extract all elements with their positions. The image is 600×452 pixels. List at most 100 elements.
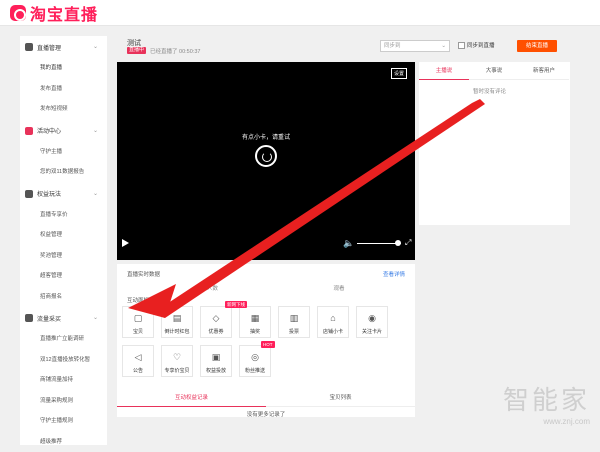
- tool-countdown-redpacket[interactable]: ▤ 倒计时红包: [161, 306, 193, 338]
- logo-text: 淘宝直播: [30, 1, 98, 25]
- sidebar: 直播管理 ⌄ 我的直播 发布直播 发布短视频 活动中心 ⌄ 守护主播 您的双11…: [20, 36, 107, 445]
- sidebar-item-promotion-survey[interactable]: 直播推广立能调研: [20, 329, 107, 350]
- chevron-down-icon: ⌄: [93, 190, 98, 197]
- tool-shop-card[interactable]: ⌂ 店铺小卡: [317, 306, 349, 338]
- sidebar-item-merchant-signup[interactable]: 招商报名: [20, 287, 107, 308]
- tool-label: 店铺小卡: [318, 328, 348, 335]
- volume-icon[interactable]: 🔈: [343, 238, 353, 248]
- sidebar-item-super-recommend[interactable]: 超级推荐: [20, 432, 107, 452]
- sidebar-item-publish-short-video[interactable]: 发布短视频: [20, 99, 107, 120]
- tab-anchor-say[interactable]: 主播说: [419, 62, 469, 80]
- sidebar-section-label: 直播管理: [37, 43, 61, 52]
- tool-label: 权益投放: [201, 367, 231, 374]
- sidebar-section-label: 流量采买: [37, 314, 61, 323]
- lottery-icon: ▦: [240, 313, 270, 323]
- sidebar-item-exclusive-price[interactable]: 直播专享价: [20, 205, 107, 226]
- comment-panel: 主播说 大事说 新客用户 暂时没有评论: [419, 62, 570, 225]
- stat-views-label: 观看: [309, 284, 369, 292]
- volume-slider-handle[interactable]: [395, 240, 401, 246]
- activity-icon: [25, 127, 33, 135]
- tool-label: 粉丝推送: [240, 367, 270, 374]
- sync-checkbox[interactable]: 同步到直播: [458, 41, 495, 49]
- tool-announcement[interactable]: ◁ 公告: [122, 345, 154, 377]
- item-icon: ▢: [123, 313, 153, 323]
- traffic-icon: [25, 314, 33, 322]
- tool-rights-delivery[interactable]: ▣ 权益投放: [200, 345, 232, 377]
- tool-exclusive-price[interactable]: ♡ 专享价宝贝: [161, 345, 193, 377]
- records-empty-text: 没有更多记录了: [117, 410, 415, 418]
- tool-label: 倒计时红包: [162, 328, 192, 335]
- tab-interaction-records[interactable]: 互动权益记录: [117, 389, 266, 407]
- tool-follow-card[interactable]: ◉ 关注卡片: [356, 306, 388, 338]
- records-tabs: 互动权益记录 宝贝列表: [117, 389, 415, 407]
- comment-empty-text: 暂时没有评论: [473, 87, 506, 95]
- sync-mode-select[interactable]: 同步到 ⌄: [380, 40, 450, 52]
- sidebar-item-super-customer[interactable]: 超客管理: [20, 266, 107, 287]
- tool-coupon[interactable]: ◇ 优惠券: [200, 306, 232, 338]
- sidebar-item-guard-rules[interactable]: 守护主播规则: [20, 411, 107, 432]
- sidebar-item-my-live[interactable]: 我的直播: [20, 58, 107, 79]
- sidebar-item-double11-report[interactable]: 您的双11数据报告: [20, 162, 107, 183]
- tool-label: 抽奖: [240, 328, 270, 335]
- sidebar-section-traffic-purchase[interactable]: 流量采买 ⌄: [20, 307, 107, 329]
- video-settings-button[interactable]: 设置: [391, 68, 407, 79]
- exclusive-price-icon: ♡: [162, 352, 192, 362]
- sidebar-item-publish-live[interactable]: 发布直播: [20, 79, 107, 100]
- live-status-badge: 直播中: [127, 47, 146, 54]
- watermark-text: 智能家: [503, 380, 590, 417]
- top-bar: 淘宝直播: [0, 0, 600, 26]
- tool-label: 优惠券: [201, 328, 231, 335]
- follow-card-icon: ◉: [357, 313, 387, 323]
- rights-delivery-icon: ▣: [201, 352, 231, 362]
- tab-new-users[interactable]: 新客用户: [519, 62, 569, 80]
- tool-fan-push[interactable]: ◎ 粉丝推送: [239, 345, 271, 377]
- sidebar-item-traffic-rules[interactable]: 流量采购规则: [20, 391, 107, 412]
- tool-label: 投票: [279, 328, 309, 335]
- chevron-down-icon: ⌄: [441, 41, 446, 51]
- sidebar-section-live-management[interactable]: 直播管理 ⌄: [20, 36, 107, 58]
- checkbox-icon[interactable]: [458, 42, 465, 49]
- interaction-panel-title: 互动面板: [127, 296, 149, 304]
- tool-lottery[interactable]: ▦ 抽奖: [239, 306, 271, 338]
- stats-title: 直播实时数据: [127, 270, 160, 278]
- video-icon: [25, 43, 33, 51]
- sidebar-item-prize-pool[interactable]: 奖池管理: [20, 246, 107, 267]
- tool-label: 关注卡片: [357, 328, 387, 335]
- sidebar-section-label: 活动中心: [37, 126, 61, 135]
- tool-label: 专享价宝贝: [162, 367, 192, 374]
- coupon-icon: ◇: [201, 313, 231, 323]
- sidebar-item-rights-management[interactable]: 权益管理: [20, 225, 107, 246]
- announcement-icon: ◁: [123, 352, 153, 362]
- live-duration: 已经直播了 00:50:37: [150, 47, 200, 55]
- shop-card-icon: ⌂: [318, 313, 348, 323]
- site-watermark: 智能家 www.znj.com: [503, 380, 590, 426]
- sidebar-section-activity-center[interactable]: 活动中心 ⌄: [20, 120, 107, 142]
- sidebar-section-rights-play[interactable]: 权益玩法 ⌄: [20, 183, 107, 205]
- play-icon[interactable]: [122, 239, 129, 247]
- offline-soon-badge: 新网下线: [225, 301, 247, 308]
- tab-item-list[interactable]: 宝贝列表: [266, 389, 415, 407]
- countdown-redpacket-icon: ▤: [162, 313, 192, 323]
- sync-checkbox-label: 同步到直播: [467, 41, 495, 49]
- tool-label: 公告: [123, 367, 153, 374]
- rights-icon: [25, 190, 33, 198]
- tool-vote[interactable]: ▥ 投票: [278, 306, 310, 338]
- video-player[interactable]: 设置 有点小卡，请重试 🔈 ⤢: [117, 62, 415, 260]
- tab-big-events[interactable]: 大事说: [469, 62, 519, 80]
- sidebar-item-traffic-boost[interactable]: 商铺流量加持: [20, 370, 107, 391]
- tool-item[interactable]: ▢ 宝贝: [122, 306, 154, 338]
- sync-mode-value: 同步到: [384, 43, 401, 49]
- taobao-live-logo[interactable]: 淘宝直播: [10, 3, 98, 23]
- fullscreen-icon[interactable]: ⤢: [405, 238, 411, 248]
- chevron-down-icon: ⌄: [93, 314, 98, 321]
- end-live-button[interactable]: 结束直播: [517, 40, 557, 52]
- sidebar-section-label: 权益玩法: [37, 189, 61, 198]
- sidebar-item-double12-conversion[interactable]: 双12直播投放转化暂: [20, 350, 107, 371]
- sidebar-item-guard-anchor[interactable]: 守护主播: [20, 142, 107, 163]
- stats-detail-link[interactable]: 查看详情: [383, 270, 405, 278]
- stat-online-label: 在线人数: [177, 284, 237, 292]
- video-status-message: 有点小卡，请重试: [117, 132, 415, 141]
- reload-icon[interactable]: [255, 145, 277, 167]
- chevron-down-icon: ⌄: [93, 43, 98, 50]
- fan-push-icon: ◎: [240, 352, 270, 362]
